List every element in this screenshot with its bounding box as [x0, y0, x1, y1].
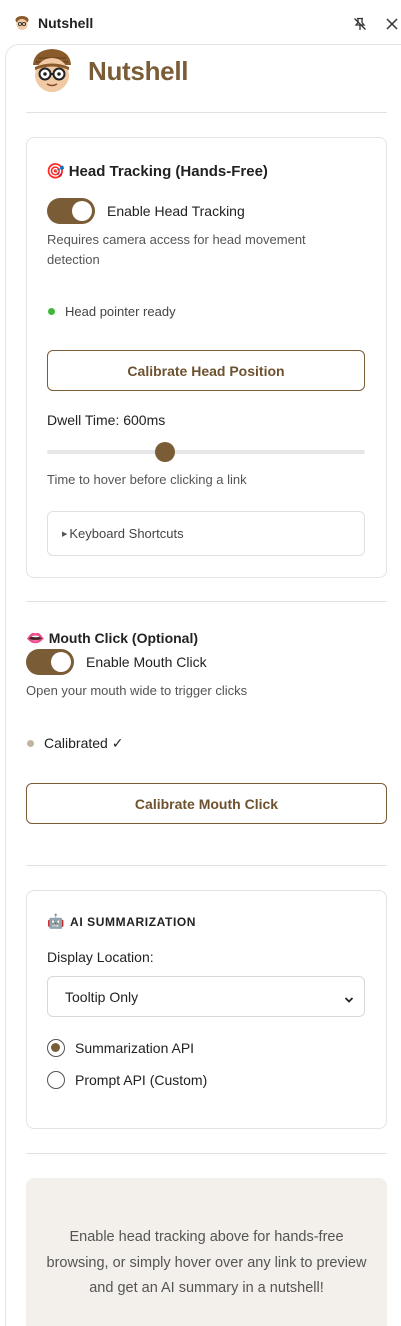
display-location-value: Tooltip Only: [65, 988, 139, 1005]
head-tracking-title: 🎯 Head Tracking (Hands-Free): [46, 162, 268, 181]
radio-label: Summarization API: [75, 1040, 195, 1056]
dwell-time-hint: Time to hover before clicking a link: [47, 472, 247, 487]
radio-button[interactable]: [47, 1071, 65, 1089]
calibrate-head-button[interactable]: Calibrate Head Position: [47, 350, 365, 391]
mouth-click-title-text: Mouth Click (Optional): [48, 630, 199, 646]
dwell-time-slider[interactable]: [47, 442, 365, 462]
info-box: Enable head tracking above for hands-fre…: [26, 1178, 387, 1326]
mouth-click-toggle[interactable]: [26, 649, 74, 675]
head-tracking-description: Requires camera access for head movement…: [47, 232, 306, 267]
radio-label: Prompt API (Custom): [75, 1072, 208, 1088]
nutshell-app-icon: [14, 15, 30, 31]
head-pointer-status: Head pointer ready: [48, 304, 176, 319]
mouth-click-status: Calibrated ✓: [27, 735, 123, 752]
chevron-down-icon: [344, 992, 354, 1008]
calibrate-mouth-button[interactable]: Calibrate Mouth Click: [26, 783, 387, 824]
status-dot: [27, 740, 34, 747]
slider-track: [47, 450, 365, 454]
info-text: Enable head tracking above for hands-fre…: [46, 1229, 367, 1296]
window-title: Nutshell: [38, 15, 94, 31]
keyboard-shortcuts-label: Keyboard Shortcuts: [69, 526, 184, 541]
robot-icon: 🤖: [47, 913, 66, 929]
radio-button-checked[interactable]: [47, 1039, 65, 1057]
extension-panel: Nutshell 🎯 Head Tracking (Hands-Free) En…: [5, 44, 401, 1326]
toggle-knob: [51, 652, 71, 672]
brand-header: Nutshell: [28, 47, 188, 95]
head-tracking-toggle-row: Enable Head Tracking: [47, 198, 245, 224]
toggle-knob: [72, 201, 92, 221]
brand-name: Nutshell: [88, 55, 189, 86]
head-tracking-toggle[interactable]: [47, 198, 95, 224]
nutshell-mascot-icon: [28, 47, 76, 95]
head-tracking-title-text: Head Tracking (Hands-Free): [68, 162, 268, 180]
status-dot: [48, 308, 55, 315]
close-icon[interactable]: [382, 14, 401, 34]
keyboard-shortcuts-toggle[interactable]: ▶ Keyboard Shortcuts: [47, 511, 365, 556]
pin-off-icon[interactable]: [350, 14, 370, 34]
mouth-click-description: Open your mouth wide to trigger clicks: [26, 683, 248, 698]
slider-thumb[interactable]: [155, 442, 175, 462]
divider: [26, 112, 387, 113]
ai-summarization-card: 🤖 AI SUMMARIZATION Display Location: Too…: [26, 890, 387, 1129]
dwell-time-label: Dwell Time: 600ms: [47, 412, 166, 428]
ai-summarization-title-text: AI SUMMARIZATION: [70, 914, 197, 929]
mouth-click-toggle-label: Enable Mouth Click: [86, 654, 207, 670]
lips-icon: 👄: [26, 630, 45, 647]
divider: [26, 601, 387, 602]
head-pointer-status-text: Head pointer ready: [65, 304, 176, 319]
divider: [26, 1153, 387, 1154]
mouth-click-toggle-row: Enable Mouth Click: [26, 649, 207, 675]
window-titlebar: Nutshell: [0, 0, 401, 46]
head-tracking-card: 🎯 Head Tracking (Hands-Free) Enable Head…: [26, 137, 387, 578]
disclosure-triangle-icon: ▶: [62, 530, 68, 538]
head-tracking-toggle-label: Enable Head Tracking: [107, 203, 245, 219]
display-location-select[interactable]: Tooltip Only: [47, 976, 365, 1017]
ai-summarization-title: 🤖 AI SUMMARIZATION: [47, 913, 196, 930]
target-icon: 🎯: [46, 163, 65, 180]
radio-summarization-api[interactable]: Summarization API: [47, 1039, 194, 1057]
radio-prompt-api[interactable]: Prompt API (Custom): [47, 1071, 207, 1089]
mouth-click-title: 👄 Mouth Click (Optional): [26, 629, 198, 647]
divider: [26, 865, 387, 866]
display-location-label: Display Location:: [47, 949, 154, 965]
mouth-click-status-text: Calibrated ✓: [44, 735, 124, 751]
